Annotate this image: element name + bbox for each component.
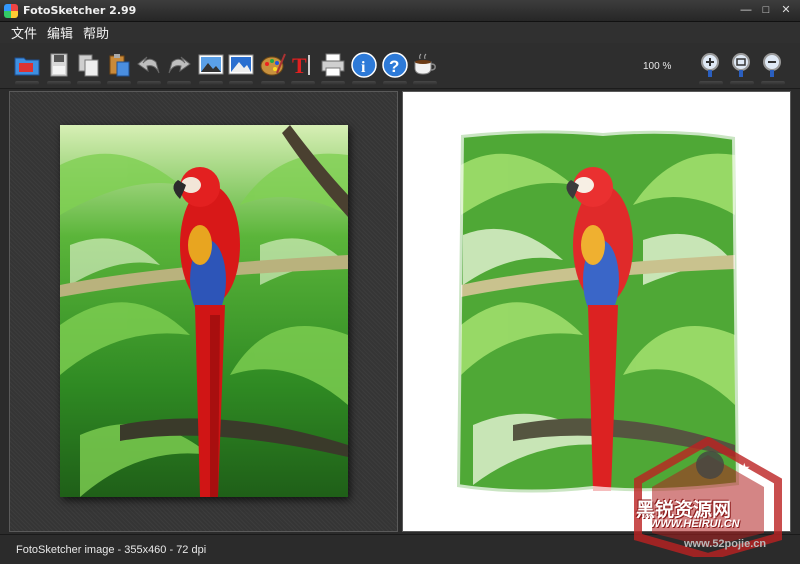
svg-text:T: T [292, 53, 307, 78]
result-image-icon [228, 54, 254, 75]
open-folder-button[interactable] [12, 49, 42, 85]
menu-edit[interactable]: 编辑 [42, 23, 78, 42]
show-original-button[interactable] [196, 49, 226, 85]
help-icon: ? [382, 52, 408, 78]
minimize-icon[interactable]: — [738, 3, 754, 18]
menu-file[interactable]: 文件 [6, 23, 42, 42]
info-button[interactable]: i [349, 49, 379, 85]
drawing-parameters-button[interactable] [258, 49, 288, 85]
result-painting [453, 125, 741, 497]
open-folder-icon [14, 57, 40, 76]
app-logo-icon [4, 3, 18, 18]
original-image-pane[interactable] [9, 91, 398, 532]
result-image-pane[interactable] [402, 91, 791, 532]
toolbar: T i ? [0, 43, 800, 89]
window-controls: — □ ✕ [738, 3, 794, 18]
zoom-in-button[interactable] [696, 49, 726, 85]
show-result-button[interactable] [226, 49, 256, 85]
zoom-level: 100 % [643, 61, 672, 72]
zoom-out-icon [763, 53, 781, 77]
status-text: FotoSketcher image - 355x460 - 72 dpi [16, 543, 207, 556]
save-icon [50, 53, 68, 77]
menu-help[interactable]: 帮助 [78, 23, 114, 42]
zoom-fit-icon [732, 53, 750, 77]
menu-bar: 文件 编辑 帮助 [0, 22, 800, 43]
palette-icon [260, 53, 286, 76]
svg-text:?: ? [389, 57, 399, 76]
original-photo [60, 125, 348, 497]
donate-button[interactable] [410, 49, 440, 85]
undo-icon [137, 56, 160, 74]
undo-button[interactable] [134, 49, 164, 85]
redo-icon [168, 56, 191, 74]
status-bar: FotoSketcher image - 355x460 - 72 dpi [0, 534, 800, 564]
add-text-button[interactable]: T [288, 49, 318, 85]
title-bar: FotoSketcher 2.99 — □ ✕ [0, 0, 800, 22]
info-icon: i [351, 52, 377, 78]
zoom-in-icon [701, 53, 719, 77]
zoom-fit-button[interactable] [727, 49, 757, 85]
copy-icon [78, 54, 99, 77]
help-button[interactable]: ? [380, 49, 410, 85]
paste-icon [109, 54, 130, 77]
save-button[interactable] [44, 49, 74, 85]
maximize-icon[interactable]: □ [758, 3, 774, 18]
text-tool-icon: T [292, 53, 310, 78]
coffee-icon [414, 53, 436, 75]
window-title: FotoSketcher 2.99 [23, 4, 137, 17]
copy-button[interactable] [74, 49, 104, 85]
parrot-photo-icon [60, 125, 348, 497]
redo-button[interactable] [164, 49, 194, 85]
original-image-icon [198, 54, 224, 75]
svg-text:i: i [361, 59, 366, 76]
print-icon [321, 53, 345, 77]
parrot-painting-icon [453, 127, 741, 496]
close-icon[interactable]: ✕ [778, 3, 794, 18]
paste-button[interactable] [104, 49, 134, 85]
zoom-out-button[interactable] [758, 49, 788, 85]
print-button[interactable] [318, 49, 348, 85]
